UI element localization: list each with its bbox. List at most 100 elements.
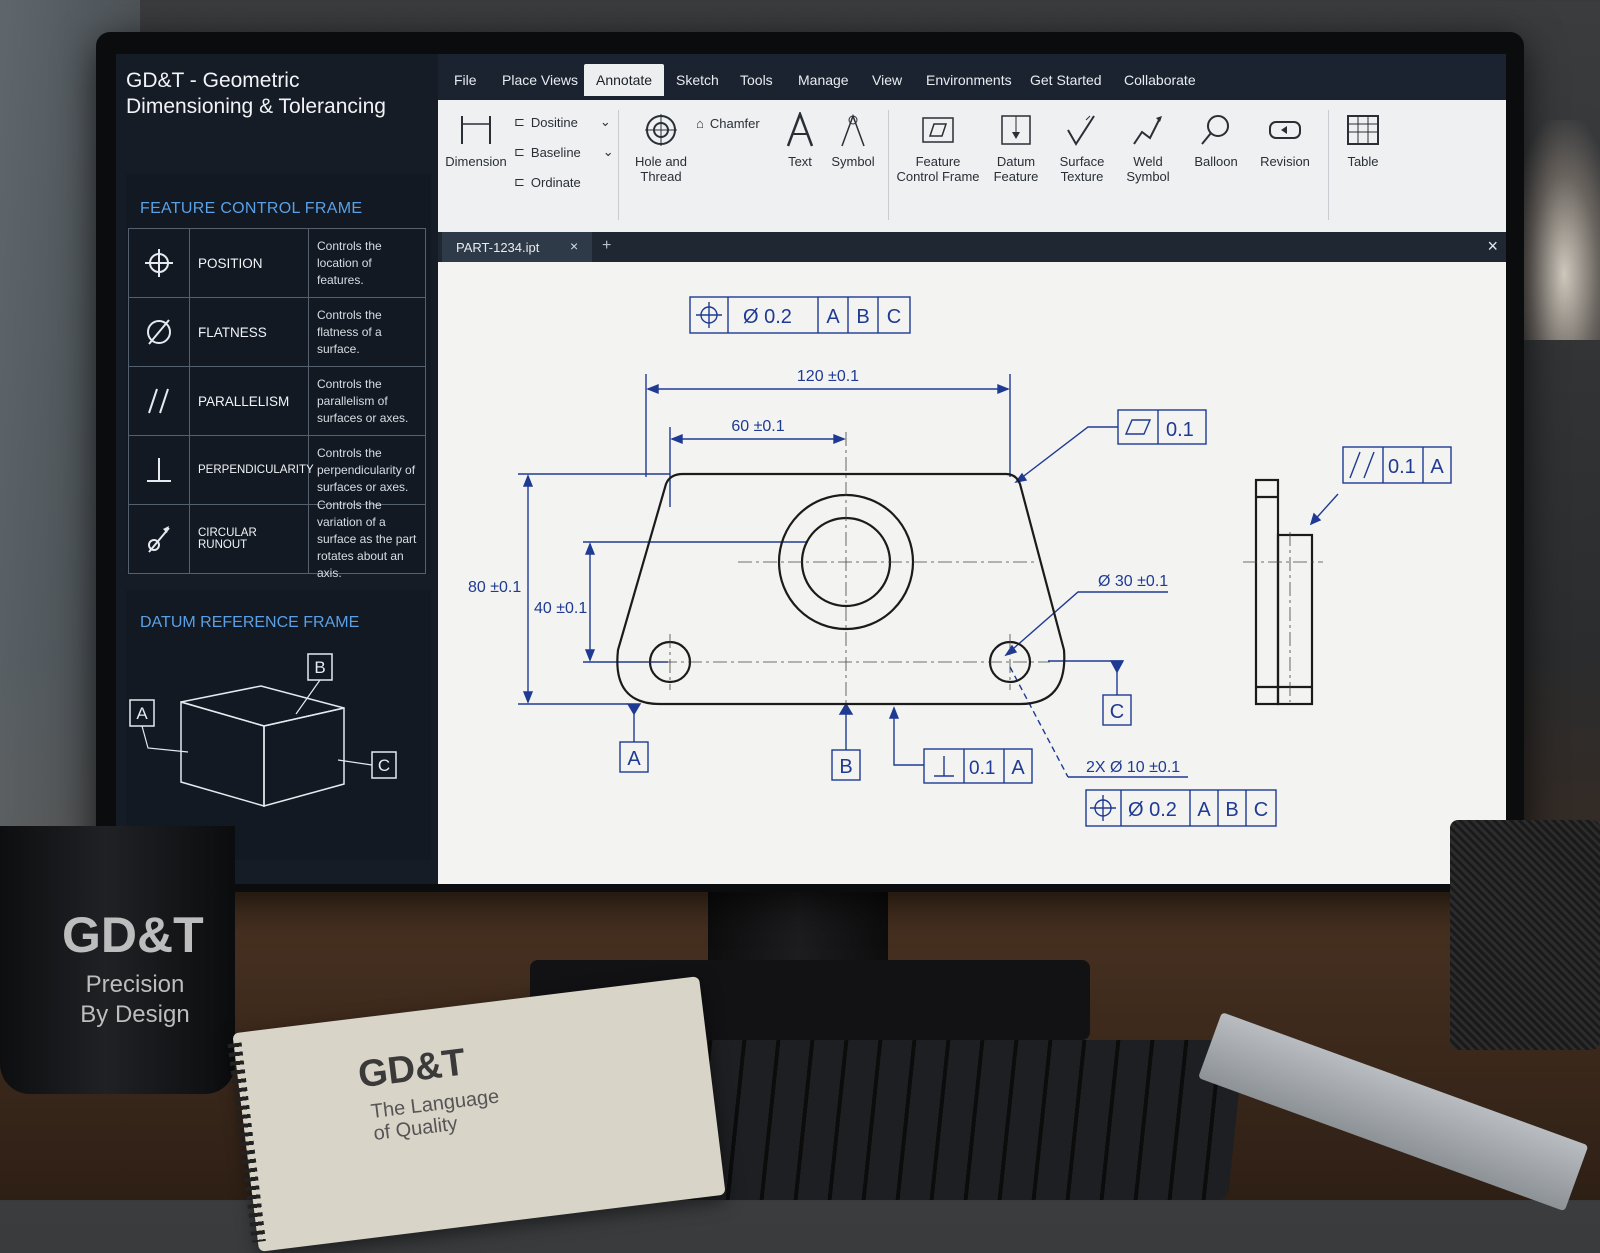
fcf-section-header: FEATURE CONTROL FRAME [140,200,363,217]
datum-section-header: DATUM REFERENCE FRAME [140,614,360,631]
bottom-fcf-datum-c: C [1254,799,1268,821]
notebook-title: GD&T [355,1041,468,1097]
menu-bar: File Place Views Annotate Sketch Tools M… [438,54,1506,100]
datum-feature-icon [1001,115,1031,145]
fcf-name: CIRCULAR RUNOUT [190,505,309,573]
position-icon [129,229,190,297]
fcf-desc: Controls the parallelism of surfaces or … [317,376,409,425]
top-fcf-datum-c: C [887,306,901,328]
chevron-down-icon: ⌄ [599,114,611,129]
hole-thread-button[interactable]: Hole and Thread [628,112,694,184]
drawing-canvas[interactable]: Ø 0.2 A B C 120 ±0.1 60 ±0.1 80 ±0.1 40 … [438,262,1506,884]
fcf-table: POSITION Controls the location of featur… [128,228,426,580]
technical-drawing: Ø 0.2 A B C 120 ±0.1 60 ±0.1 80 ±0.1 40 … [468,296,1452,827]
revision-label: Revision [1260,154,1310,169]
fcf-name: FLATNESS [190,298,309,366]
menu-collaborate[interactable]: Collaborate [1114,68,1206,92]
flatness-fcf-value: 0.1 [1166,419,1194,441]
fcf-row-flatness: FLATNESS Controls the flatness of a surf… [129,298,425,367]
bottom-fcf-datum-a: A [1197,799,1211,821]
feature-control-frame-icon [922,117,954,143]
parallelism-icon [129,367,190,435]
parallel-fcf-value: 0.1 [1388,456,1416,478]
cad-application: File Place Views Annotate Sketch Tools M… [438,54,1506,884]
feature-control-frame-button[interactable]: Feature Control Frame [894,112,982,184]
perp-fcf-value: 0.1 [969,758,995,779]
fcf-name: POSITION [190,229,309,297]
menu-sketch[interactable]: Sketch [666,68,729,92]
table-button[interactable]: Table [1338,112,1388,169]
two-holes-callout: 2X Ø 10 ±0.1 [1086,759,1180,776]
fcf-desc: Controls the variation of a surface as t… [317,497,417,580]
perp-fcf-datum: A [1011,757,1025,779]
menu-view[interactable]: View [862,68,912,92]
flatness-icon [129,298,190,366]
pen-holder [1450,820,1600,1050]
perpendicularity-icon [129,436,190,504]
add-tab-icon[interactable]: + [602,237,611,255]
mug-slogan-line-1: Precision [85,971,185,998]
dimension-80: 80 ±0.1 [468,579,521,596]
text-button[interactable]: Text [782,112,818,169]
dimension-button[interactable]: Dimension [444,112,508,169]
menu-get-started[interactable]: Get Started [1020,68,1112,92]
datum-feature-label-2: Feature [993,169,1039,184]
document-tab[interactable]: PART-1234.ipt × [442,232,592,262]
fcf-name: PERPENDICULARITY [190,436,314,504]
menu-place-views[interactable]: Place Views [492,68,588,92]
menu-annotate[interactable]: Annotate [584,64,665,96]
weld-symbol-label-1: Weld [1133,154,1163,169]
fcf-label-2: Control Frame [896,169,980,184]
menu-manage[interactable]: Manage [788,68,859,92]
text-label: Text [788,154,812,169]
screen: GD&T - Geometric Dimensioning & Toleranc… [116,54,1506,884]
menu-tools[interactable]: Tools [730,68,783,92]
revision-button[interactable]: Revision [1252,112,1318,169]
baseline-icon: ⊏ [514,144,525,159]
surface-texture-button[interactable]: Surface Texture [1054,112,1110,184]
balloon-button[interactable]: Balloon [1188,112,1244,169]
chamfer-icon: ⌂ [696,116,704,131]
fcf-desc: Controls the perpendicularity of surface… [317,445,416,494]
dositine-button[interactable]: ⊏ Dositine ⌄ [514,114,611,130]
dimension-120: 120 ±0.1 [797,368,859,385]
weld-symbol-button[interactable]: Weld Symbol [1120,112,1176,184]
diameter-30: Ø 30 ±0.1 [1098,573,1168,590]
datum-feature-button[interactable]: Datum Feature [988,112,1044,184]
table-label: Table [1347,154,1379,169]
fcf-row-perpendicularity: PERPENDICULARITY Controls the perpendicu… [129,436,425,505]
ribbon-toolbar: Dimension ⊏ Dositine ⌄ ⊏ Baseline ⌄ ⊏ Ordinat… [438,100,1506,232]
dositine-label: Dositine [530,114,578,130]
weld-symbol-label-2: Symbol [1126,169,1170,184]
ordinate-button[interactable]: ⊏ Ordinate [514,174,581,190]
close-icon[interactable]: × [570,238,578,254]
monitor-stand [708,880,888,970]
chamfer-button[interactable]: ⌂ Chamfer [696,116,760,131]
symbol-label: Symbol [831,154,875,169]
baseline-button[interactable]: ⊏ Baseline ⌄ [514,144,614,160]
fcf-row-circular-runout: CIRCULAR RUNOUT Controls the variation o… [129,497,425,580]
datum-a-label: A [627,748,641,770]
fcf-label-1: Feature [915,154,961,169]
table-icon [1347,115,1379,145]
chevron-down-icon: ⌄ [602,144,614,159]
balloon-icon [1201,115,1229,145]
hole-thread-label-2: Thread [640,169,682,184]
menu-environments[interactable]: Environments [916,68,1022,92]
top-fcf-value: Ø 0.2 [743,306,792,328]
revision-icon [1269,121,1301,139]
close-icon[interactable]: × [1487,236,1498,257]
document-tab-bar: PART-1234.ipt × + × [438,232,1506,262]
fcf-desc: Controls the location of features. [317,238,382,287]
dimension-label: Dimension [445,154,507,169]
symbol-button[interactable]: Symbol [830,112,876,169]
fcf-name: PARALLELISM [190,367,309,435]
bottom-fcf-value: Ø 0.2 [1128,799,1177,821]
dositine-icon: ⊏ [514,114,525,129]
menu-file[interactable]: File [444,68,487,92]
datum-feature-label-1: Datum [996,154,1036,169]
fcf-row-parallelism: PARALLELISM Controls the parallelism of … [129,367,425,436]
ribbon-separator [1328,110,1329,220]
ribbon-separator [618,110,619,220]
document-tab-label: PART-1234.ipt [456,239,540,255]
